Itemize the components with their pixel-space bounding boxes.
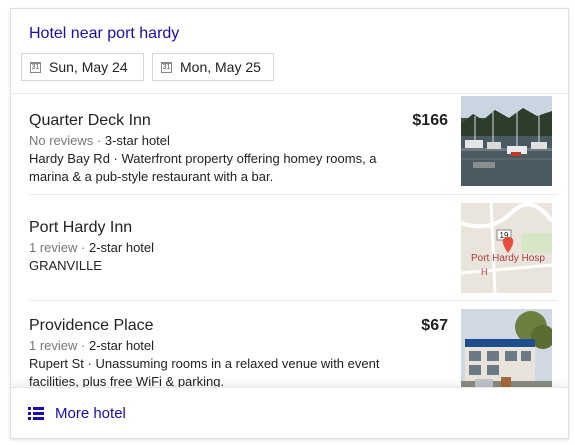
star-rating: 2-star hotel (89, 338, 155, 353)
marina-photo-icon[interactable] (461, 96, 552, 186)
calendar-icon: 31 (161, 61, 172, 73)
hotel-name[interactable]: Providence Place (29, 317, 154, 335)
hotel-description: Hardy Bay Rd · Waterfront property offer… (29, 151, 377, 184)
checkin-date-label: Sun, May 24 (49, 59, 128, 75)
checkout-date-label: Mon, May 25 (180, 59, 261, 75)
meta-separator: · (81, 240, 89, 255)
review-count: No reviews (29, 133, 94, 148)
hotel-name[interactable]: Quarter Deck Inn (29, 112, 151, 130)
calendar-icon: 31 (30, 61, 41, 73)
star-rating: 3-star hotel (104, 133, 170, 148)
star-rating: 2-star hotel (89, 240, 155, 255)
hotel-description: GRANVILLE (29, 258, 102, 273)
card-header: Hotel near port hardy 31 Sun, May 24 31 … (11, 9, 568, 95)
item-divider (29, 194, 558, 195)
review-count: 1 review (29, 240, 78, 255)
hotel-list-item[interactable]: Quarter Deck Inn No reviews · 3-star hot… (11, 95, 568, 201)
checkout-date-button[interactable]: 31 Mon, May 25 (152, 53, 274, 81)
more-hotels-label: More hotel (55, 404, 126, 422)
meta-separator: · (81, 338, 89, 353)
hotel-list-item[interactable]: Port Hardy Inn 1 review · 2-star hotel G… (11, 201, 568, 307)
hotel-meta: 1 review · 2-star hotel (29, 240, 154, 255)
hotel-results-card: Hotel near port hardy 31 Sun, May 24 31 … (10, 8, 569, 439)
list-icon (28, 406, 44, 420)
hotel-building-photo-icon[interactable] (461, 309, 552, 399)
hotel-price: $67 (421, 317, 448, 334)
item-divider (29, 300, 558, 301)
card-title-link[interactable]: Hotel near port hardy (29, 25, 179, 43)
checkin-date-button[interactable]: 31 Sun, May 24 (21, 53, 144, 81)
hotel-meta: No reviews · 3-star hotel (29, 133, 170, 148)
review-count: 1 review (29, 338, 78, 353)
hospital-marker: H (481, 267, 488, 277)
meta-separator: · (96, 133, 105, 148)
hotel-name[interactable]: Port Hardy Inn (29, 219, 132, 237)
hotel-price: $166 (412, 112, 448, 129)
hotel-description: Rupert St · Unassuming rooms in a relaxe… (29, 356, 380, 389)
header-divider (11, 93, 568, 94)
hotel-meta: 1 review · 2-star hotel (29, 338, 154, 353)
map-label: Port Hardy Hosp (471, 253, 545, 264)
more-hotels-button[interactable]: More hotel (11, 387, 568, 438)
map-thumbnail-icon[interactable]: 19 Port Hardy Hosp H (461, 203, 552, 293)
